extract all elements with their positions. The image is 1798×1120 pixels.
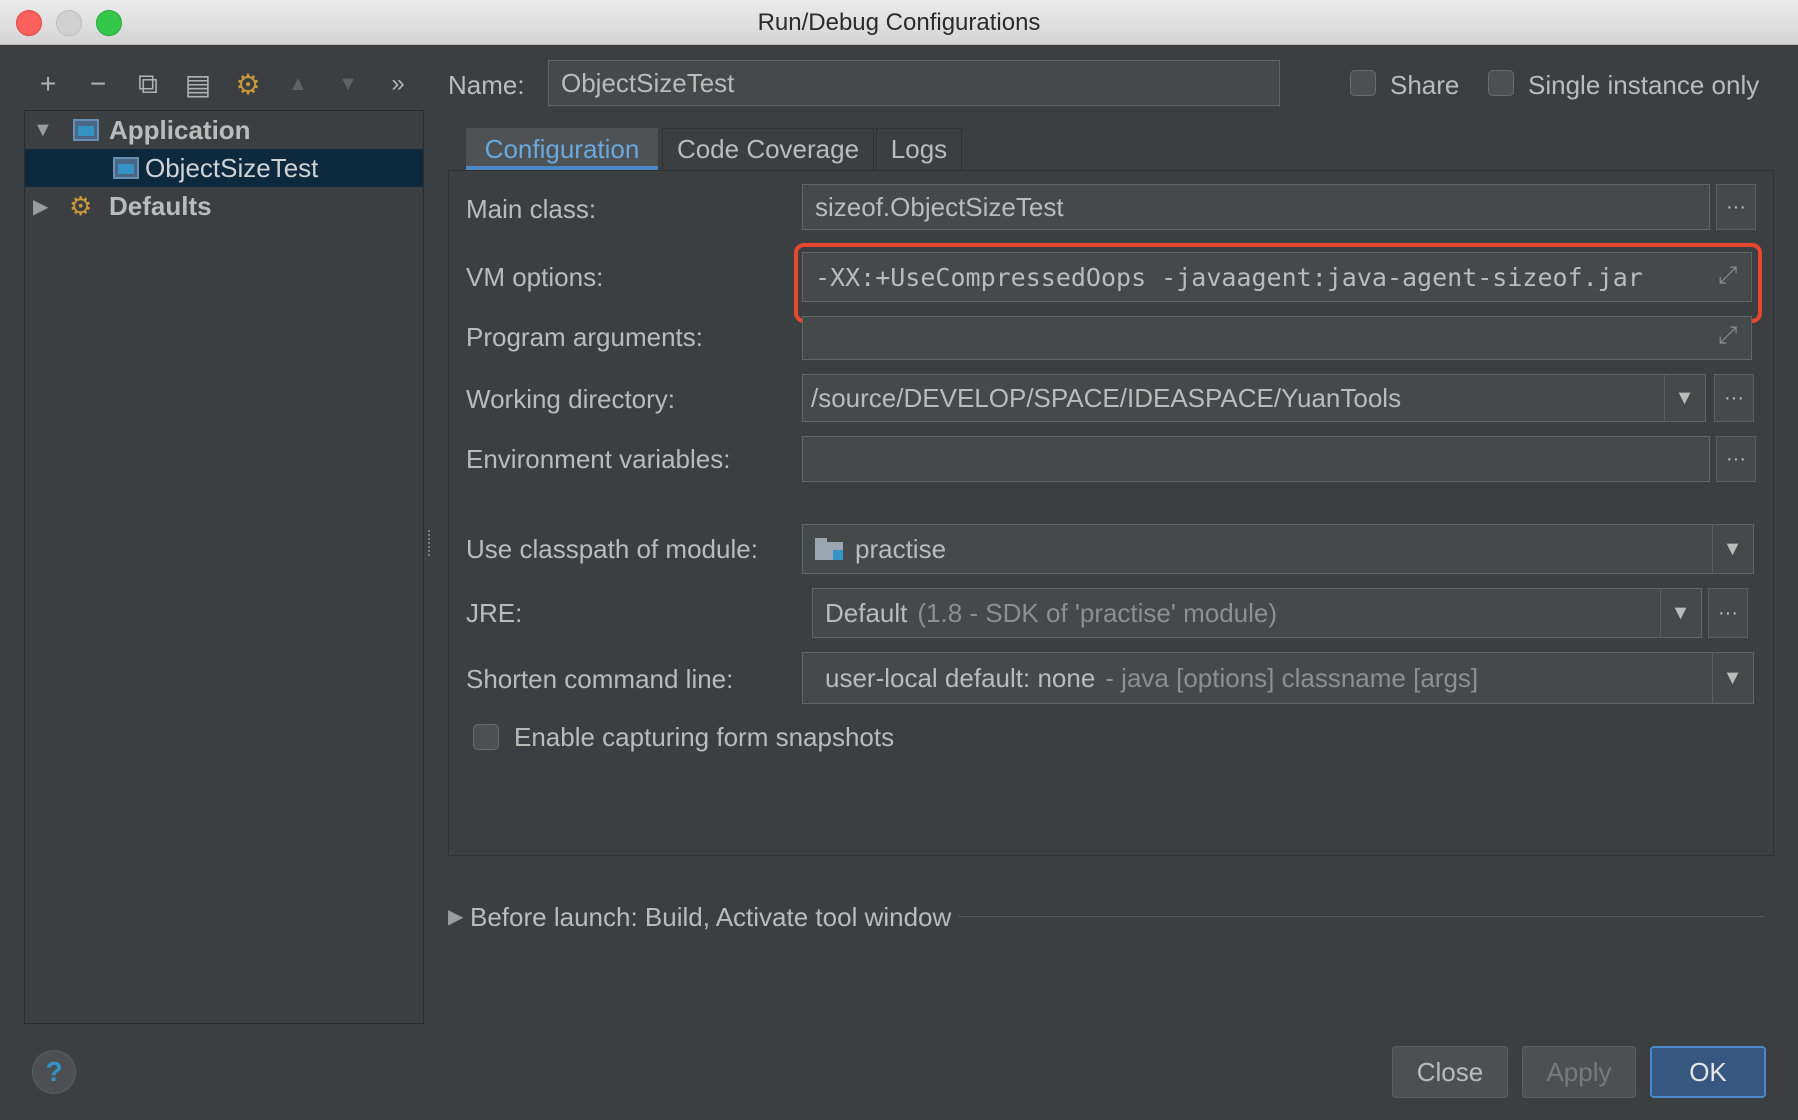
classpath-module-label: Use classpath of module: (466, 534, 758, 564)
save-icon[interactable]: ▤ (180, 64, 216, 104)
tree-item-defaults[interactable]: ▶ ⚙ Defaults (25, 187, 423, 225)
single-instance-label: Single instance only (1528, 70, 1760, 100)
single-instance-checkbox[interactable] (1488, 70, 1514, 96)
minus-icon[interactable]: − (80, 64, 116, 104)
main-class-browse-button[interactable]: ··· (1716, 184, 1756, 230)
collapse-arrow-icon[interactable]: ▼ (33, 119, 53, 142)
tree-label-objectsizetest: ObjectSizeTest (145, 152, 319, 183)
move-up-icon[interactable]: ▲ (280, 64, 316, 104)
tab-logs[interactable]: Logs (876, 128, 962, 170)
working-directory-label: Working directory: (466, 384, 676, 414)
help-button[interactable]: ? (32, 1050, 76, 1094)
tree-label-defaults: Defaults (109, 190, 212, 221)
name-label: Name: (448, 70, 525, 100)
splitter-handle[interactable] (428, 530, 434, 556)
shorten-command-line-combo[interactable]: user-local default: none - java [options… (802, 652, 1754, 704)
program-arguments-label: Program arguments: (466, 322, 703, 352)
jre-hint: (1.8 - SDK of 'practise' module) (917, 597, 1278, 628)
classpath-module-combo[interactable]: practise (802, 524, 1754, 574)
chevron-down-icon[interactable]: ▼ (1664, 374, 1704, 422)
environment-variables-label: Environment variables: (466, 444, 731, 474)
application-icon (73, 119, 99, 141)
ok-button[interactable]: OK (1650, 1046, 1766, 1098)
expand-arrow-icon[interactable]: ▶ (33, 194, 48, 219)
working-directory-value: /source/DEVELOP/SPACE/IDEASPACE/YuanTool… (811, 382, 1402, 413)
edit-defaults-icon[interactable]: ⚙ (230, 64, 266, 104)
before-launch-label[interactable]: Before launch: Build, Activate tool wind… (470, 902, 951, 933)
move-down-icon[interactable]: ▼ (330, 64, 366, 104)
jre-value: Default (825, 597, 908, 628)
apply-button[interactable]: Apply (1522, 1046, 1636, 1098)
title-bar: Run/Debug Configurations (0, 0, 1798, 45)
working-directory-combo[interactable]: /source/DEVELOP/SPACE/IDEASPACE/YuanTool… (802, 374, 1706, 422)
program-arguments-field[interactable] (802, 316, 1752, 360)
snapshots-checkbox[interactable] (473, 724, 499, 750)
snapshots-label: Enable capturing form snapshots (514, 722, 895, 752)
expand-icon[interactable]: ⤢ (1718, 322, 1737, 350)
jre-combo[interactable]: Default (1.8 - SDK of 'practise' module) (812, 588, 1702, 638)
share-label: Share (1390, 70, 1460, 100)
tree-item-application[interactable]: ▼ Application (25, 111, 423, 149)
vm-options-highlight (794, 243, 1762, 323)
name-field[interactable]: ObjectSizeTest (548, 60, 1280, 106)
module-folder-icon (815, 538, 843, 560)
shorten-command-line-hint: - java [options] classname [args] (1105, 662, 1479, 693)
application-icon (113, 157, 139, 179)
main-class-field[interactable]: sizeof.ObjectSizeTest (802, 184, 1710, 230)
jre-browse-button[interactable]: ··· (1708, 588, 1748, 638)
shorten-command-line-value: user-local default: none (825, 662, 1096, 693)
wrench-icon: ⚙ (69, 190, 93, 221)
configuration-tree: ▼ Application ObjectSizeTest ▶ ⚙ Default… (24, 110, 424, 1024)
environment-variables-field[interactable] (802, 436, 1710, 482)
tab-code-coverage[interactable]: Code Coverage (662, 128, 874, 170)
tree-item-objectsizetest[interactable]: ObjectSizeTest (25, 149, 423, 187)
share-checkbox[interactable] (1350, 70, 1376, 96)
before-launch-arrow-icon[interactable]: ▶ (448, 904, 463, 929)
chevron-down-icon[interactable]: ▼ (1660, 588, 1700, 638)
chevron-down-icon[interactable]: ▼ (1712, 524, 1752, 574)
more-icon[interactable]: » (380, 64, 416, 104)
classpath-module-value: practise (855, 533, 947, 564)
before-launch-divider (958, 916, 1764, 917)
chevron-down-icon[interactable]: ▼ (1712, 652, 1752, 704)
jre-label: JRE: (466, 598, 523, 628)
close-button[interactable]: Close (1392, 1046, 1508, 1098)
plus-icon[interactable]: + (30, 64, 66, 104)
working-directory-browse-button[interactable]: ··· (1714, 374, 1754, 422)
active-tab-indicator (466, 166, 658, 170)
vm-options-label: VM options: (466, 262, 604, 292)
environment-variables-browse-button[interactable]: ··· (1716, 436, 1756, 482)
copy-icon[interactable]: ⧉ (130, 64, 166, 104)
tab-configuration[interactable]: Configuration (466, 128, 658, 170)
shorten-command-line-label: Shorten command line: (466, 664, 734, 694)
tree-label-application: Application (109, 114, 251, 145)
window-title: Run/Debug Configurations (757, 9, 1041, 36)
main-class-label: Main class: (466, 194, 597, 224)
